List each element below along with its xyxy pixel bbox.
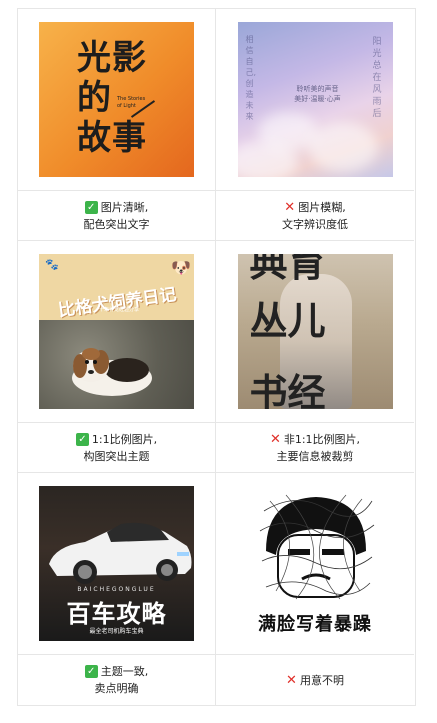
comparison-grid: 光影 的 故事 The Stories of Light 相信自己,创造未来 阳… [17, 8, 416, 706]
car-icon [49, 522, 192, 584]
cross-icon: ✕ [286, 672, 297, 688]
blurry-right-text: 阳光总在风雨后 [372, 37, 382, 119]
bad-cover-image-meme[interactable]: 满脸写着暴躁 [237, 486, 393, 641]
caption-line2: 配色突出文字 [83, 217, 150, 231]
image-row-1: 光影 的 故事 The Stories of Light 相信自己,创造未来 阳… [18, 9, 415, 191]
meme-caption: 满脸写着暴躁 [258, 614, 372, 635]
caption-line2: 构图突出主题 [83, 449, 150, 463]
good-cover-image-beagle[interactable]: 🐾 🐶 比格犬饲养日记 十年养宠经验分享 [39, 254, 194, 409]
dog-face-icon: 🐶 [171, 258, 191, 277]
cross-icon: ✕ [269, 431, 281, 447]
good-cover-image-car[interactable]: BAICHEGONGLUE 百车攻略 最全老司机购车宝典 [39, 486, 194, 641]
caption-cell: ✕ 非1:1比例图片, 主要信息被裁剪 [216, 423, 414, 473]
scribble-face-icon [259, 494, 374, 600]
caption-line1: 1:1比例图片, [91, 432, 158, 446]
caption-row-2: ✓ 1:1比例图片, 构图突出主题 ✕ 非1:1比例图片, 主要信息被裁剪 [18, 423, 415, 473]
caption-line1: 非1:1比例图片, [283, 432, 361, 446]
image-cell: 满脸写着暴躁 [216, 473, 414, 655]
cropped-text-mid: 丛儿 [249, 298, 326, 343]
caption-line1: 图片清晰, [100, 200, 149, 214]
caption-cell: ✓ 图片清晰, 配色突出文字 [18, 191, 216, 241]
good-cover-image-light-stories[interactable]: 光影 的 故事 The Stories of Light [39, 22, 194, 177]
caption-row-3: ✓ 主题一致, 卖点明确 ✕ 用意不明 [18, 655, 415, 705]
cross-icon: ✕ [284, 199, 296, 215]
image-cell: 🐾 🐶 比格犬饲养日记 十年养宠经验分享 [18, 241, 216, 423]
caption-line2: 主要信息被裁剪 [276, 449, 354, 463]
car-title: 百车攻略 [66, 600, 167, 628]
caption-row-1: ✓ 图片清晰, 配色突出文字 ✕ 图片模糊, 文字辨识度低 [18, 191, 415, 241]
caption-line1: 主题一致, [100, 665, 149, 678]
image-cell: BAICHEGONGLUE 百车攻略 最全老司机购车宝典 [18, 473, 216, 655]
image-row-2: 🐾 🐶 比格犬饲养日记 十年养宠经验分享 典育 丛儿 书经 [18, 241, 415, 423]
car-subtitle: 最全老司机购车宝典 [89, 628, 144, 635]
image-row-3: BAICHEGONGLUE 百车攻略 最全老司机购车宝典 满脸写着暴躁 [18, 473, 415, 655]
caption-line1: 用意不明 [299, 673, 344, 687]
image-cell: 相信自己,创造未来 阳光总在风雨后 聆听美的声音 美好·温暖·心声 [216, 9, 414, 191]
beagle-dog-icon [72, 348, 152, 396]
beagle-subtitle: 十年养宠经验分享 [99, 307, 140, 313]
caption-cell: ✓ 主题一致, 卖点明确 [18, 655, 216, 705]
paw-icon: 🐾 [45, 258, 59, 271]
check-icon: ✓ [84, 200, 98, 214]
blurry-center-text: 聆听美的声音 美好·温暖·心声 [294, 85, 341, 103]
caption-cell: ✓ 1:1比例图片, 构图突出主题 [18, 423, 216, 473]
caption-line2: 卖点明确 [94, 682, 139, 695]
bad-cover-image-blurry[interactable]: 相信自己,创造未来 阳光总在风雨后 聆听美的声音 美好·温暖·心声 [237, 22, 393, 177]
bad-cover-image-cropped[interactable]: 典育 丛儿 书经 [237, 254, 393, 409]
image-cell: 典育 丛儿 书经 [216, 241, 414, 423]
caption-cell: ✕ 用意不明 [216, 655, 414, 705]
caption-line2: 文字辨识度低 [282, 217, 348, 231]
blurry-left-text: 相信自己,创造未来 [245, 35, 257, 121]
caption-line1: 图片模糊, [298, 200, 346, 214]
image-cell: 光影 的 故事 The Stories of Light [18, 9, 216, 191]
check-icon: ✓ [75, 432, 89, 446]
caption-cell: ✕ 图片模糊, 文字辨识度低 [216, 191, 414, 241]
car-brand: BAICHEGONGLUE [77, 586, 156, 593]
cropped-text-top: 典育 [249, 254, 326, 285]
check-icon: ✓ [84, 665, 98, 678]
cropped-text-bottom: 书经 [249, 370, 326, 409]
